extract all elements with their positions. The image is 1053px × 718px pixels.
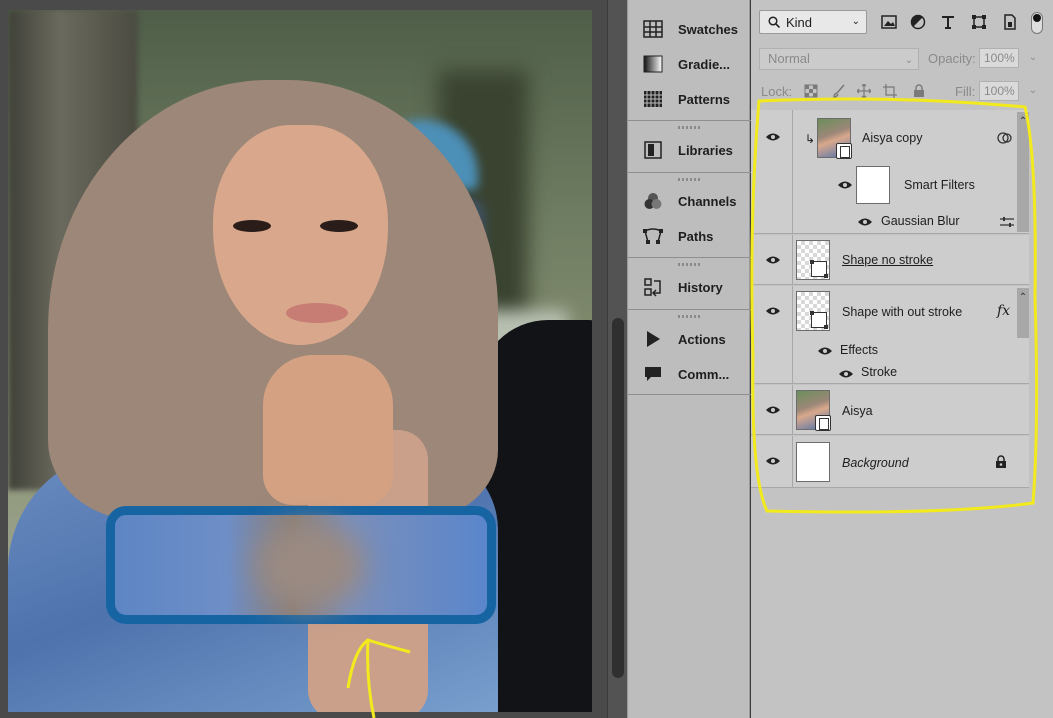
blur-smudge [255, 523, 365, 608]
type-t-icon [942, 16, 954, 29]
comments-icon [642, 364, 664, 384]
dock-divider [628, 120, 751, 121]
dock-label-swatches: Swatches [678, 21, 738, 37]
dock-item-swatches[interactable]: Swatches [628, 14, 751, 44]
annotation-highlight-outline [750, 97, 1039, 514]
adjustment-circle-icon [910, 14, 926, 30]
filter-adjustment-layer-button[interactable] [908, 12, 928, 32]
gradients-icon [642, 54, 664, 74]
libraries-icon [642, 140, 664, 160]
patterns-icon [642, 89, 664, 109]
blend-mode-select[interactable]: Normal ⌄ [759, 48, 919, 70]
dock-label-actions: Actions [678, 331, 726, 347]
canvas-scroll-thumb[interactable] [612, 318, 624, 678]
canvas-vertical-scrollbar[interactable] [607, 0, 627, 718]
filter-shape-layer-button[interactable] [969, 12, 989, 32]
dock-group-grip[interactable] [678, 263, 700, 266]
dock-label-comments: Comm... [678, 366, 730, 382]
dock-group-grip[interactable] [678, 126, 700, 129]
photo-lips [286, 303, 348, 323]
smart-object-icon [1004, 14, 1016, 30]
photo-left-eye [233, 220, 271, 232]
dock-label-paths: Paths [678, 228, 714, 244]
layers-filter-toolbar: Kind ⌄ [751, 0, 1053, 44]
photo-right-eye [320, 220, 358, 232]
dock-divider [628, 172, 751, 173]
dock-item-libraries[interactable]: Libraries [628, 135, 751, 165]
annotation-arrow-icon [346, 638, 411, 718]
opacity-label: Opacity: [928, 51, 976, 66]
blurred-shape-with-stroke[interactable] [106, 506, 496, 624]
filter-kind-value: Kind [786, 14, 813, 30]
filter-type-layer-button[interactable] [938, 12, 958, 32]
dock-divider [628, 309, 751, 310]
opacity-input[interactable]: 100% [979, 48, 1019, 68]
filter-pixel-layer-button[interactable] [879, 12, 899, 32]
dock-item-channels[interactable]: Channels [628, 186, 751, 216]
filter-kind-select[interactable]: Kind ⌄ [759, 10, 867, 34]
dock-label-channels: Channels [678, 193, 737, 209]
dock-group-grip[interactable] [678, 178, 700, 181]
dock-item-actions[interactable]: Actions [628, 324, 751, 354]
dock-label-libraries: Libraries [678, 142, 733, 158]
dock-item-history[interactable]: History [628, 272, 751, 302]
shape-icon [972, 15, 986, 29]
blend-mode-value: Normal [768, 51, 810, 66]
dock-label-gradients: Gradie... [678, 56, 731, 72]
dock-divider [628, 394, 751, 395]
dock-group-grip[interactable] [678, 315, 700, 318]
search-icon [768, 16, 780, 28]
dock-item-comments[interactable]: Comm... [628, 359, 751, 389]
filter-on-off-toggle[interactable] [1031, 12, 1043, 34]
swatches-icon [642, 19, 664, 39]
paths-icon [642, 226, 664, 246]
chevron-down-icon: ⌄ [904, 55, 913, 66]
filter-smart-object-button[interactable] [1000, 12, 1020, 32]
panel-dock: Swatches Gradie... Patterns Libraries Ch… [627, 0, 751, 718]
photo-hand [263, 355, 393, 505]
dock-item-patterns[interactable]: Patterns [628, 84, 751, 114]
channels-icon [642, 191, 664, 211]
dock-item-paths[interactable]: Paths [628, 221, 751, 251]
dock-divider [628, 257, 751, 258]
document-canvas-area[interactable] [0, 0, 627, 718]
blend-opacity-row: Normal ⌄ Opacity: 100% ⌄ [751, 46, 1053, 72]
chevron-down-icon: ⌄ [851, 16, 860, 27]
history-icon [642, 277, 664, 297]
dock-label-history: History [678, 279, 723, 295]
image-icon [881, 15, 897, 29]
dock-item-gradients[interactable]: Gradie... [628, 49, 751, 79]
actions-icon [642, 329, 664, 349]
opacity-chevron-icon[interactable]: ⌄ [1025, 48, 1041, 68]
dock-label-patterns: Patterns [678, 91, 731, 107]
